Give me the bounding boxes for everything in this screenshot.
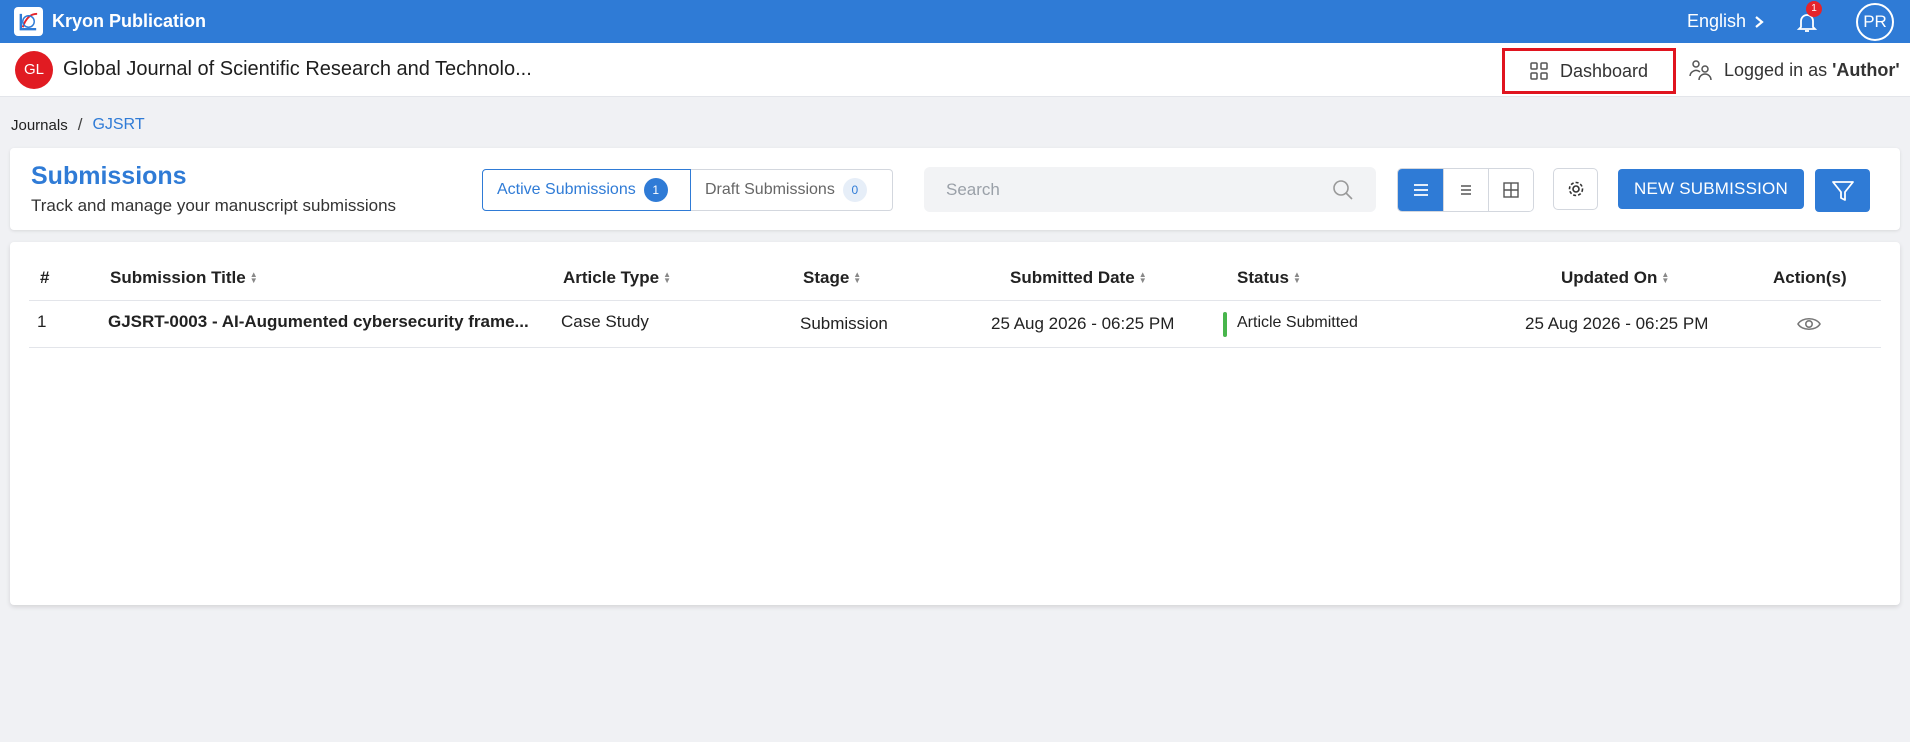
grid-icon (1530, 62, 1548, 80)
page-title: Submissions (31, 162, 187, 190)
header-divider (29, 300, 1881, 301)
user-avatar[interactable]: PR (1856, 2, 1894, 41)
tab-active-submissions[interactable]: Active Submissions 1 (482, 169, 691, 211)
sort-icon: ▲ ▼ (249, 270, 258, 285)
notifications-button[interactable]: 1 (1792, 0, 1822, 37)
view-toggle (1397, 168, 1534, 212)
cell-status: Article Submitted (1237, 314, 1358, 331)
column-header-submitted-date[interactable]: Submitted Date ▲ ▼ (1010, 268, 1147, 288)
breadcrumb: Journals / GJSRT (11, 115, 145, 135)
logged-in-role[interactable]: Logged in as 'Author' (1688, 43, 1900, 97)
submissions-header-card: Submissions Track and manage your manusc… (10, 148, 1900, 230)
sort-icon: ▲ ▼ (663, 270, 671, 285)
journal-header: GL Global Journal of Scientific Research… (0, 43, 1910, 97)
search-input[interactable] (946, 179, 1332, 200)
cell-submitted-date: 25 Aug 2026 - 06:25 PM (991, 314, 1175, 333)
view-action[interactable] (1797, 315, 1821, 338)
table-grid-icon (1503, 182, 1519, 198)
status-indicator (1223, 312, 1227, 337)
dashboard-button[interactable]: Dashboard (1502, 48, 1676, 94)
column-header-number: # (40, 268, 50, 287)
top-app-bar: Kryon Publication English 1 PR (0, 0, 1910, 43)
column-header-article-type[interactable]: Article Type ▲ ▼ (563, 268, 671, 288)
tab-label: Active Submissions (497, 181, 636, 198)
column-header-status[interactable]: Status ▲ ▼ (1237, 268, 1301, 288)
compact-list-icon (1461, 185, 1471, 195)
notification-badge: 1 (1806, 0, 1822, 17)
filter-button[interactable] (1815, 169, 1870, 212)
tab-label: Draft Submissions (705, 181, 835, 198)
journal-avatar: GL (15, 50, 53, 89)
language-label: English (1686, 11, 1746, 31)
page-subtitle: Track and manage your manuscript submiss… (31, 196, 397, 215)
tab-draft-submissions[interactable]: Draft Submissions 0 (691, 169, 893, 211)
search-box (924, 167, 1376, 212)
sort-icon: ▲ ▼ (853, 270, 862, 285)
row-divider (29, 347, 1881, 348)
column-header-title[interactable]: Submission Title ▲ ▼ (110, 268, 258, 288)
cell-stage: Submission (800, 314, 888, 333)
list-view-button[interactable] (1398, 169, 1443, 211)
settings-button[interactable] (1553, 168, 1598, 210)
cell-article-type: Case Study (561, 312, 649, 331)
compact-view-button[interactable] (1443, 169, 1488, 211)
search-icon[interactable] (1332, 179, 1354, 201)
logged-in-text: Logged in as 'Author' (1724, 59, 1900, 80)
cell-title[interactable]: GJSRT-0003 - AI-Augumented cybersecurity… (108, 312, 529, 332)
grid-view-button[interactable] (1488, 169, 1533, 211)
submissions-table: # Submission Title ▲ ▼ Article Type ▲ ▼ Stag… (10, 242, 1900, 605)
eye-icon (1797, 317, 1821, 331)
sort-icon: ▲ ▼ (1292, 270, 1301, 285)
brand[interactable]: Kryon Publication (14, 7, 206, 36)
column-header-updated-on[interactable]: Updated On ▲ ▼ (1561, 268, 1669, 288)
column-header-actions: Action(s) (1773, 268, 1847, 287)
filter-icon (1831, 180, 1854, 201)
sort-icon: ▲ ▼ (1138, 270, 1147, 285)
breadcrumb-journals[interactable]: Journals (11, 117, 68, 134)
dashboard-label: Dashboard (1559, 60, 1649, 81)
users-switch-icon (1689, 60, 1712, 81)
role-name: 'Author' (1832, 59, 1900, 80)
language-selector[interactable]: English (1687, 11, 1764, 32)
count-badge: 0 (842, 178, 867, 202)
journal-title: Global Journal of Scientific Research an… (63, 58, 532, 80)
cell-number: 1 (37, 312, 47, 331)
breadcrumb-separator: / (77, 115, 83, 134)
new-submission-button[interactable]: NEW SUBMISSION (1618, 169, 1804, 209)
cell-updated-on: 25 Aug 2026 - 06:25 PM (1525, 314, 1709, 333)
column-header-stage[interactable]: Stage ▲ ▼ (803, 268, 861, 288)
gear-icon (1568, 181, 1583, 197)
kryon-logo-icon (14, 7, 43, 36)
submission-tabs: Active Submissions 1 Draft Submissions 0 (482, 169, 893, 211)
list-icon (1413, 184, 1428, 196)
sort-icon: ▲ ▼ (1661, 270, 1670, 285)
app-name: Kryon Publication (52, 11, 207, 31)
breadcrumb-current[interactable]: GJSRT (92, 116, 144, 134)
chevron-right-icon (1755, 15, 1764, 28)
count-badge: 1 (643, 178, 668, 202)
